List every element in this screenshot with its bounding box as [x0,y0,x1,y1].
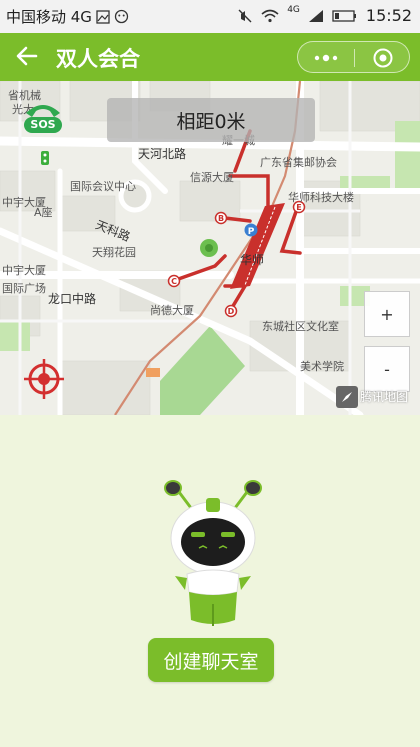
sos-label: SOS [30,118,56,131]
place-label: 国际会议中心 [70,180,136,193]
svg-text:C: C [171,277,177,286]
place-label: A座 [34,206,53,219]
robot-mascot-icon [164,480,262,626]
close-button[interactable] [355,42,411,74]
place-label: 尚德大厦 [150,304,194,317]
road-label: 天河北路 [138,147,187,161]
compass-icon[interactable] [336,386,358,408]
target-close-icon [373,48,393,68]
sos-button[interactable]: SOS [18,99,68,135]
status-left: 中国移动 4G [6,6,129,27]
traffic-light-icon [41,151,49,165]
battery-icon [332,9,356,22]
back-button[interactable] [14,43,40,69]
place-label: 信源大厦 [190,171,234,184]
more-dots-icon [314,54,338,62]
svg-text:D: D [228,307,235,316]
mute-icon [238,9,252,22]
page-title: 双人会合 [56,47,140,71]
place-label: 东城社区文化室 [262,320,339,333]
face-icon [114,9,129,24]
location-crosshair-icon[interactable] [22,357,66,401]
arrow-left-icon [16,46,38,66]
image-icon [96,9,110,24]
place-label: 中宇大厦 [2,264,46,277]
more-button[interactable] [298,42,354,74]
carrier-label: 中国移动 4G [6,8,92,26]
wifi-icon [261,9,279,22]
bottom-panel: 创建聊天室 [0,415,420,747]
station-label: 华师 [240,253,265,267]
signal-icon [308,9,323,22]
svg-text:B: B [218,214,224,223]
place-label: 华师科技大楼 [288,191,354,204]
zoom-in-button[interactable]: + [364,291,410,337]
status-right: 4G 15:52 [237,4,412,25]
mini-program-capsule [297,41,410,73]
zoom-out-button[interactable]: - [364,346,410,392]
place-label: 天翔花园 [92,246,136,259]
clock: 15:52 [365,6,412,25]
place-label: 美术学院 [300,360,344,373]
status-bar: 中国移动 4G 4G 15:52 [0,0,420,33]
map-view[interactable]: E B C D P 省机械 光大 天河北路 耀一城 广东省集邮协会 信源大厦 国… [0,81,420,415]
place-label: 国际广场 [2,282,46,295]
network-type-label: 4G [287,4,300,15]
create-chatroom-button[interactable]: 创建聊天室 [148,638,274,682]
distance-label: 相距0米 [107,98,315,142]
svg-text:P: P [248,227,255,237]
nav-bar: 双人会合 [0,33,420,81]
place-label: 广东省集邮协会 [260,156,337,169]
map-provider-label: 腾讯地图 [360,390,409,404]
road-label: 龙口中路 [48,292,97,306]
